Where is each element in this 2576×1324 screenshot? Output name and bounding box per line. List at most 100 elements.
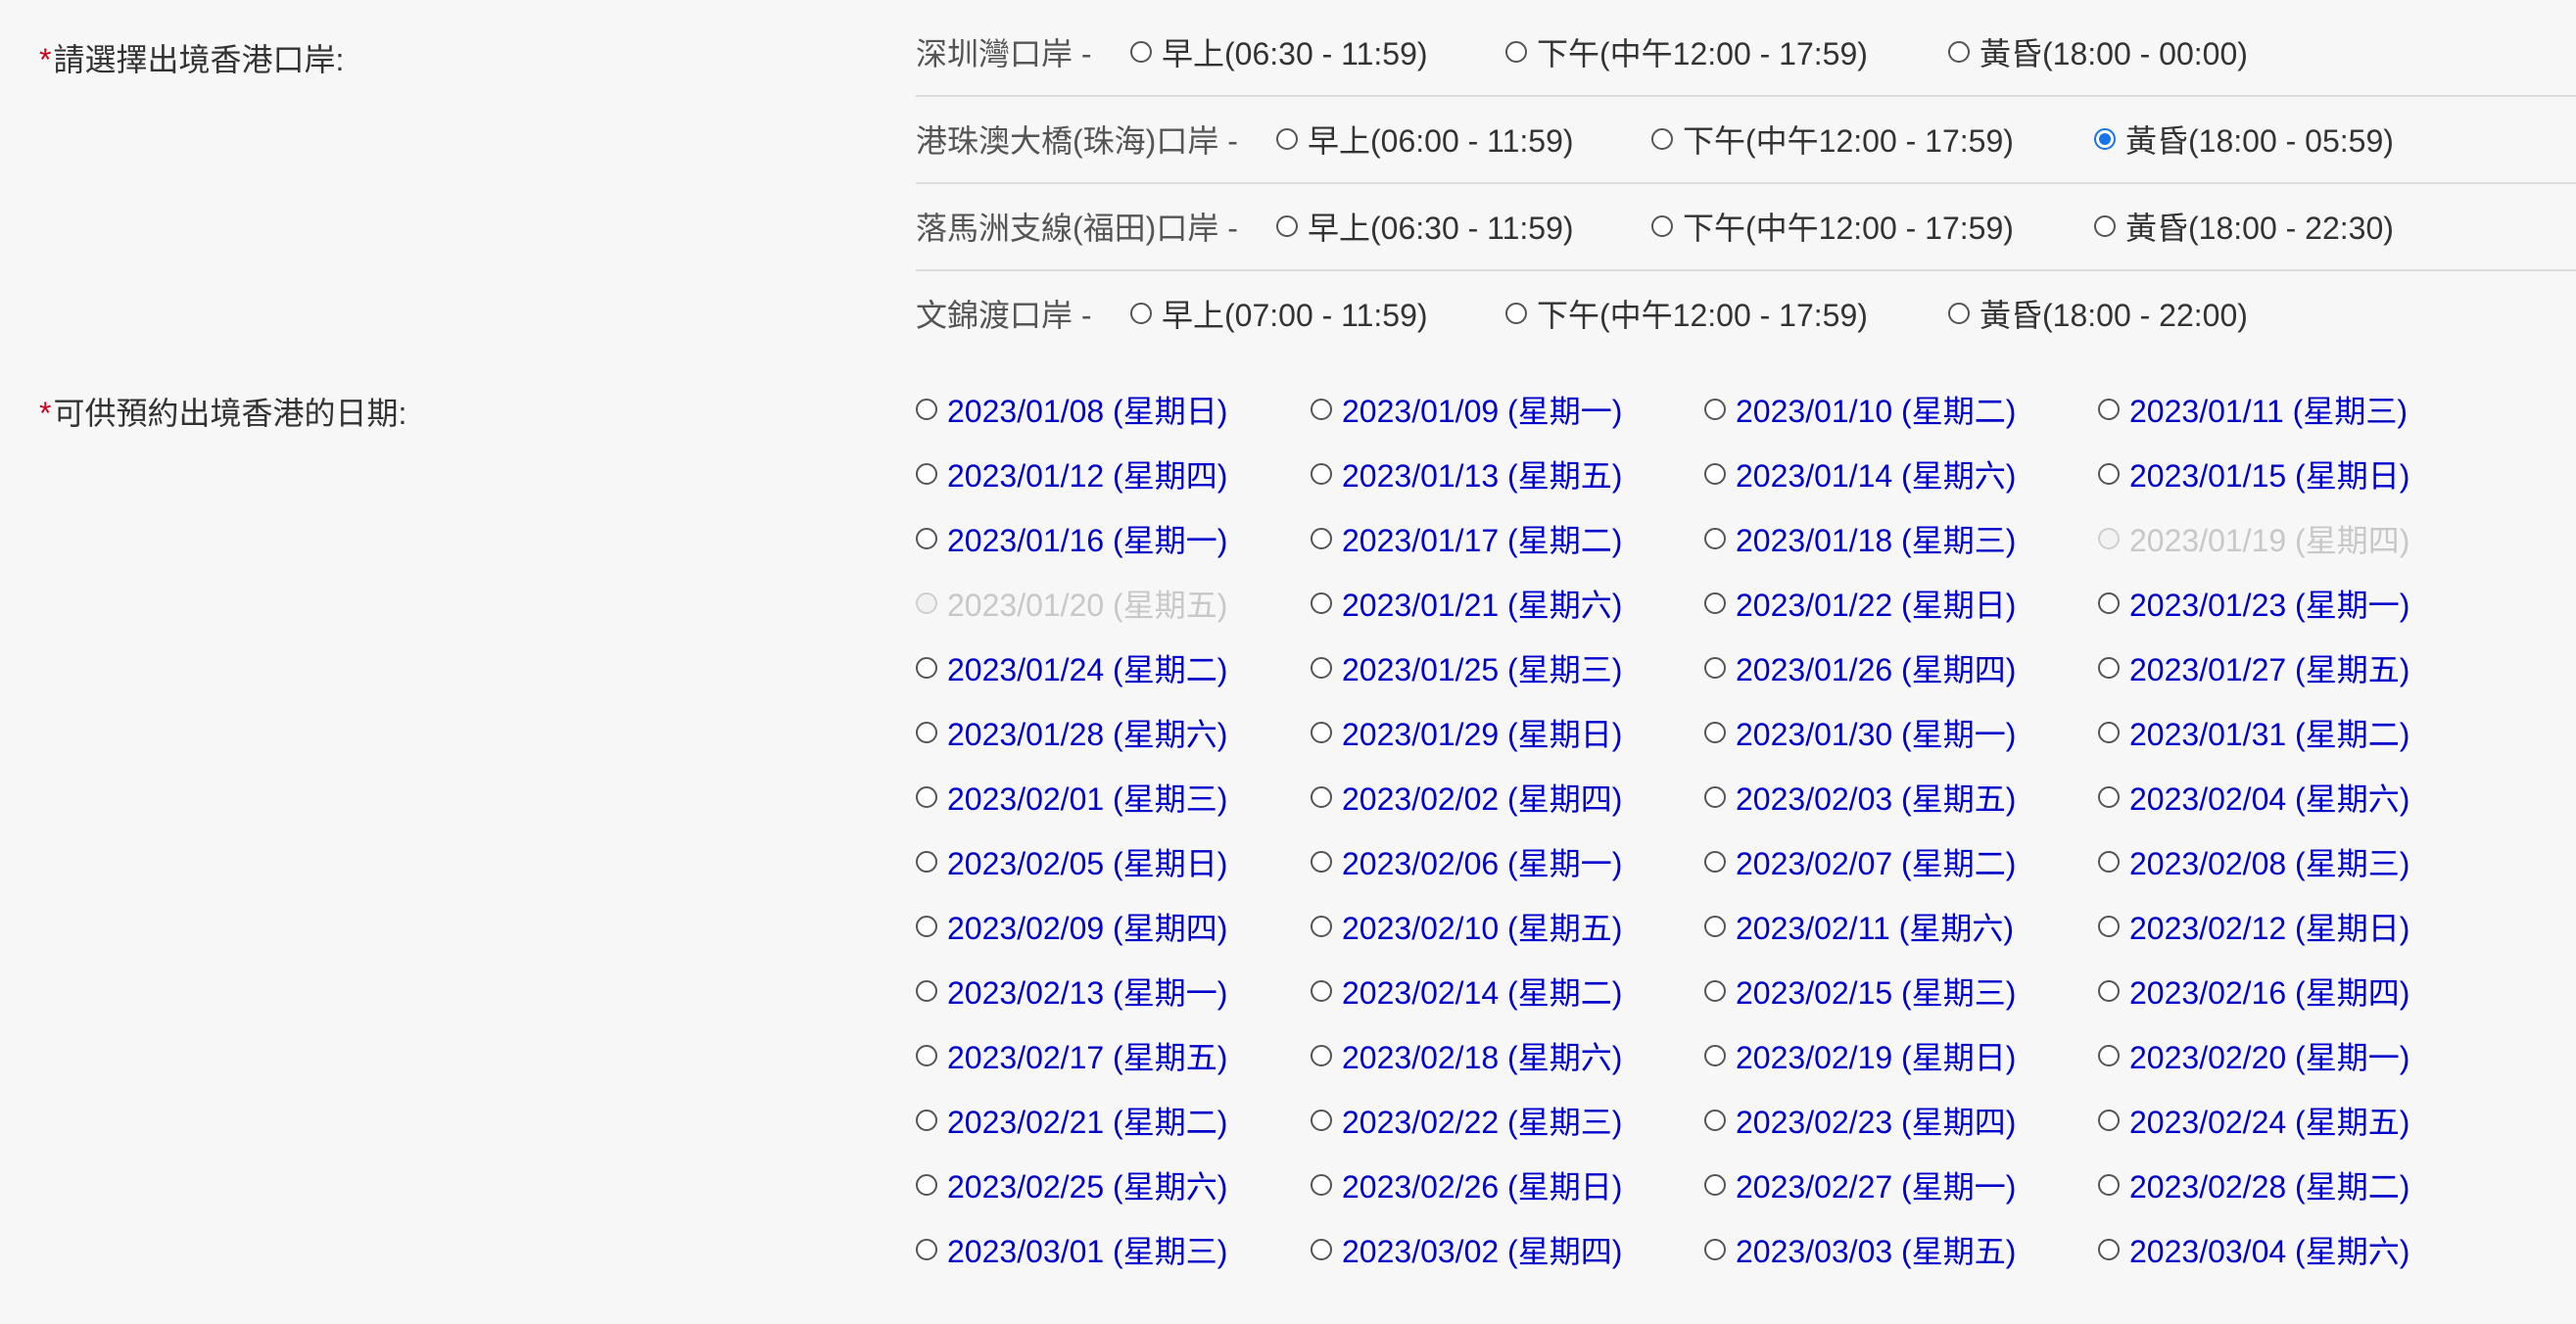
time-slot-option[interactable]: 早上(06:00 - 11:59)	[1276, 117, 1574, 162]
date-option[interactable]: 2023/01/18 (星期三)	[1704, 516, 2016, 561]
radio-icon[interactable]	[1311, 528, 1332, 549]
radio-icon[interactable]	[1704, 851, 1726, 873]
date-option[interactable]: 2023/02/26 (星期日)	[1311, 1162, 1622, 1207]
radio-icon[interactable]	[1704, 528, 1726, 549]
radio-icon[interactable]	[2098, 657, 2120, 679]
time-slot-option[interactable]: 下午(中午12:00 - 17:59)	[1651, 117, 2014, 162]
radio-icon[interactable]	[916, 1239, 937, 1260]
radio-icon[interactable]	[916, 1045, 937, 1066]
date-option[interactable]: 2023/01/29 (星期日)	[1311, 710, 1622, 755]
date-option[interactable]: 2023/02/08 (星期三)	[2098, 839, 2409, 884]
date-option[interactable]: 2023/01/12 (星期四)	[916, 451, 1227, 496]
radio-icon[interactable]	[1704, 463, 1726, 485]
date-option[interactable]: 2023/01/26 (星期四)	[1704, 645, 2016, 690]
radio-icon[interactable]	[916, 722, 937, 743]
radio-icon[interactable]	[2098, 1110, 2120, 1131]
radio-icon[interactable]	[1311, 463, 1332, 485]
date-option[interactable]: 2023/02/12 (星期日)	[2098, 904, 2409, 949]
time-slot-option[interactable]: 黃昏(18:00 - 22:00)	[1948, 291, 2248, 336]
radio-icon[interactable]	[1704, 722, 1726, 743]
date-option[interactable]: 2023/01/25 (星期三)	[1311, 645, 1622, 690]
date-option[interactable]: 2023/01/13 (星期五)	[1311, 451, 1622, 496]
radio-icon[interactable]	[1651, 128, 1673, 150]
radio-icon[interactable]	[1311, 722, 1332, 743]
date-option[interactable]: 2023/02/11 (星期六)	[1704, 904, 2014, 949]
radio-icon[interactable]	[1704, 657, 1726, 679]
radio-icon[interactable]	[1311, 916, 1332, 937]
radio-icon[interactable]	[2098, 786, 2120, 808]
radio-icon[interactable]	[916, 851, 937, 873]
radio-icon[interactable]	[1704, 916, 1726, 937]
time-slot-option[interactable]: 早上(06:30 - 11:59)	[1276, 204, 1574, 249]
radio-checked-icon[interactable]	[2094, 128, 2116, 150]
radio-icon[interactable]	[1704, 1239, 1726, 1260]
date-option[interactable]: 2023/02/18 (星期六)	[1311, 1033, 1622, 1078]
radio-icon[interactable]	[1311, 399, 1332, 420]
date-option[interactable]: 2023/02/21 (星期二)	[916, 1098, 1227, 1143]
radio-icon[interactable]	[1311, 851, 1332, 873]
date-option[interactable]: 2023/02/23 (星期四)	[1704, 1098, 2016, 1143]
radio-icon[interactable]	[916, 399, 937, 420]
radio-icon[interactable]	[1704, 1174, 1726, 1196]
radio-icon[interactable]	[2098, 1174, 2120, 1196]
time-slot-option[interactable]: 早上(06:30 - 11:59)	[1130, 29, 1428, 74]
date-option[interactable]: 2023/02/27 (星期一)	[1704, 1162, 2016, 1207]
date-option[interactable]: 2023/01/11 (星期三)	[2098, 387, 2408, 432]
time-slot-option[interactable]: 早上(07:00 - 11:59)	[1130, 291, 1428, 336]
radio-icon[interactable]	[1130, 303, 1152, 324]
date-option[interactable]: 2023/01/10 (星期二)	[1704, 387, 2016, 432]
radio-icon[interactable]	[1704, 1110, 1726, 1131]
radio-icon[interactable]	[2098, 399, 2120, 420]
radio-icon[interactable]	[1311, 980, 1332, 1002]
date-option[interactable]: 2023/01/23 (星期一)	[2098, 581, 2409, 626]
radio-icon[interactable]	[916, 657, 937, 679]
radio-icon[interactable]	[1948, 41, 1970, 63]
date-option[interactable]: 2023/01/09 (星期一)	[1311, 387, 1622, 432]
radio-icon[interactable]	[1311, 1045, 1332, 1066]
date-option[interactable]: 2023/03/03 (星期五)	[1704, 1227, 2016, 1272]
date-option[interactable]: 2023/02/24 (星期五)	[2098, 1098, 2409, 1143]
time-slot-option[interactable]: 黃昏(18:00 - 05:59)	[2094, 117, 2394, 162]
date-option[interactable]: 2023/01/14 (星期六)	[1704, 451, 2016, 496]
date-option[interactable]: 2023/01/17 (星期二)	[1311, 516, 1622, 561]
date-option[interactable]: 2023/02/17 (星期五)	[916, 1033, 1227, 1078]
date-option[interactable]: 2023/02/10 (星期五)	[1311, 904, 1622, 949]
date-option[interactable]: 2023/01/15 (星期日)	[2098, 451, 2409, 496]
date-option[interactable]: 2023/01/21 (星期六)	[1311, 581, 1622, 626]
date-option[interactable]: 2023/01/31 (星期二)	[2098, 710, 2409, 755]
radio-icon[interactable]	[916, 916, 937, 937]
radio-icon[interactable]	[1651, 215, 1673, 237]
date-option[interactable]: 2023/02/19 (星期日)	[1704, 1033, 2016, 1078]
date-option[interactable]: 2023/02/06 (星期一)	[1311, 839, 1622, 884]
date-option[interactable]: 2023/02/05 (星期日)	[916, 839, 1227, 884]
radio-icon[interactable]	[1505, 303, 1527, 324]
date-option[interactable]: 2023/02/02 (星期四)	[1311, 775, 1622, 820]
radio-icon[interactable]	[2098, 916, 2120, 937]
radio-icon[interactable]	[916, 528, 937, 549]
date-option[interactable]: 2023/03/02 (星期四)	[1311, 1227, 1622, 1272]
date-option[interactable]: 2023/02/22 (星期三)	[1311, 1098, 1622, 1143]
radio-icon[interactable]	[2098, 592, 2120, 614]
date-option[interactable]: 2023/02/25 (星期六)	[916, 1162, 1227, 1207]
radio-icon[interactable]	[1311, 786, 1332, 808]
date-option[interactable]: 2023/02/20 (星期一)	[2098, 1033, 2409, 1078]
time-slot-option[interactable]: 黃昏(18:00 - 00:00)	[1948, 29, 2248, 74]
radio-icon[interactable]	[916, 786, 937, 808]
date-option[interactable]: 2023/02/16 (星期四)	[2098, 969, 2409, 1014]
radio-icon[interactable]	[916, 463, 937, 485]
time-slot-option[interactable]: 下午(中午12:00 - 17:59)	[1505, 29, 1868, 74]
radio-icon[interactable]	[2098, 1239, 2120, 1260]
date-option[interactable]: 2023/03/01 (星期三)	[916, 1227, 1227, 1272]
radio-icon[interactable]	[1311, 1239, 1332, 1260]
radio-icon[interactable]	[1704, 980, 1726, 1002]
radio-icon[interactable]	[2094, 215, 2116, 237]
date-option[interactable]: 2023/02/01 (星期三)	[916, 775, 1227, 820]
radio-icon[interactable]	[916, 1110, 937, 1131]
radio-icon[interactable]	[2098, 851, 2120, 873]
time-slot-option[interactable]: 下午(中午12:00 - 17:59)	[1505, 291, 1868, 336]
radio-icon[interactable]	[1704, 399, 1726, 420]
radio-icon[interactable]	[1311, 1174, 1332, 1196]
radio-icon[interactable]	[2098, 1045, 2120, 1066]
date-option[interactable]: 2023/01/28 (星期六)	[916, 710, 1227, 755]
date-option[interactable]: 2023/02/13 (星期一)	[916, 969, 1227, 1014]
